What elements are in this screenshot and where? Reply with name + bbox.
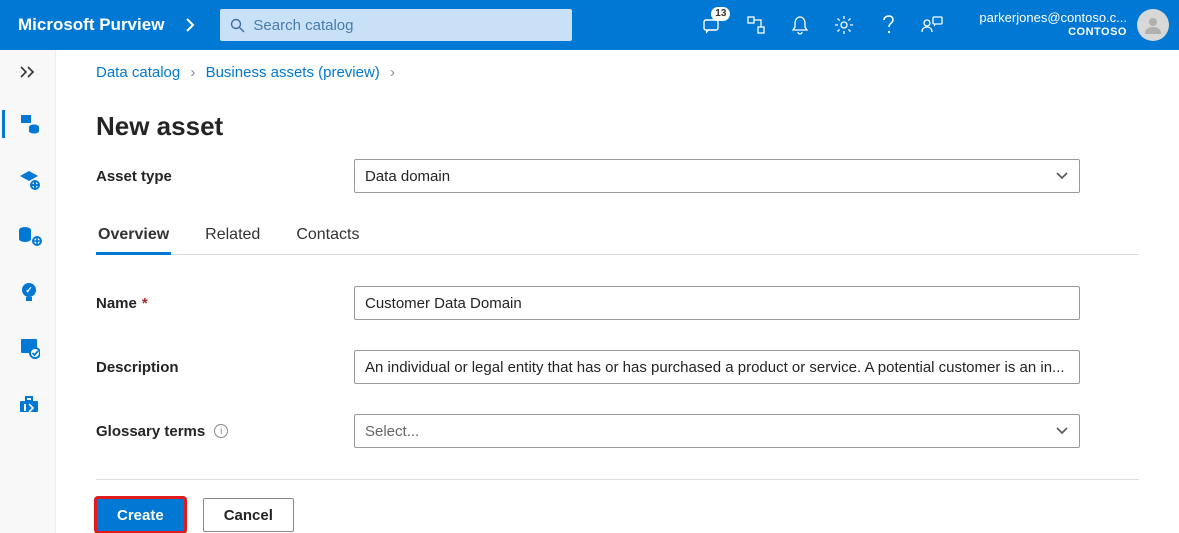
chevron-down-icon <box>1055 426 1069 436</box>
name-input[interactable]: Customer Data Domain <box>354 286 1080 320</box>
description-input[interactable]: An individual or legal entity that has o… <box>354 350 1080 384</box>
asset-type-select[interactable]: Data domain <box>354 159 1080 193</box>
app-switcher-button[interactable] <box>178 18 202 32</box>
gear-icon <box>834 15 854 35</box>
description-row: Description An individual or legal entit… <box>96 343 1139 391</box>
cancel-button[interactable]: Cancel <box>203 498 294 532</box>
app-title: Microsoft Purview <box>0 15 178 35</box>
tab-contacts[interactable]: Contacts <box>294 218 361 254</box>
description-value: An individual or legal entity that has o… <box>365 359 1065 376</box>
footer: Create Cancel <box>56 480 1179 532</box>
directory-icon <box>746 15 766 35</box>
name-label: Name* <box>96 295 354 312</box>
catalog-icon <box>17 112 41 136</box>
fields: Name* Customer Data Domain Description A… <box>96 279 1139 455</box>
nav-item-management[interactable] <box>8 386 48 422</box>
name-value: Customer Data Domain <box>365 295 522 312</box>
tenant-name: CONTOSO <box>979 25 1127 40</box>
data-share-icon <box>16 224 42 248</box>
feedback-button[interactable] <box>921 14 943 36</box>
breadcrumb-item-2[interactable]: Business assets (preview) <box>206 64 380 81</box>
glossary-select[interactable]: Select... <box>354 414 1080 448</box>
asset-type-value: Data domain <box>365 168 450 185</box>
left-nav: ✓ <box>0 50 56 533</box>
info-icon[interactable]: i <box>214 424 228 438</box>
chat-button[interactable]: 13 <box>701 14 723 36</box>
glossary-row: Glossary terms i Select... <box>96 407 1139 455</box>
nav-item-insights[interactable]: ✓ <box>8 274 48 310</box>
bell-icon <box>791 15 809 35</box>
help-icon <box>882 15 895 35</box>
chevron-down-icon <box>1055 171 1069 181</box>
help-button[interactable] <box>877 14 899 36</box>
body: ✓ Data catalog › Business assets (previe… <box>0 50 1179 533</box>
notification-badge: 13 <box>711 7 730 21</box>
svg-text:✓: ✓ <box>25 285 33 295</box>
tabs: Overview Related Contacts <box>96 218 1139 255</box>
directory-button[interactable] <box>745 14 767 36</box>
page-title: New asset <box>56 81 1179 142</box>
user-text: parkerjones@contoso.c... CONTOSO <box>979 10 1127 40</box>
account-button[interactable]: parkerjones@contoso.c... CONTOSO <box>979 9 1169 41</box>
top-header: Microsoft Purview 13 parkerjon <box>0 0 1179 50</box>
required-indicator: * <box>142 295 148 312</box>
chevron-right-icon <box>185 18 195 32</box>
user-email: parkerjones@contoso.c... <box>979 10 1127 25</box>
nav-item-policy[interactable] <box>8 330 48 366</box>
nav-item-map[interactable] <box>8 162 48 198</box>
nav-item-catalog[interactable] <box>8 106 48 142</box>
chevron-double-right-icon <box>19 66 37 78</box>
asset-type-row: Asset type Data domain <box>96 152 1139 200</box>
glossary-placeholder: Select... <box>365 423 419 440</box>
description-label: Description <box>96 359 354 376</box>
breadcrumb-item-1[interactable]: Data catalog <box>96 64 180 81</box>
header-actions: 13 parkerjones@contoso.c... CONTOSO <box>572 9 1179 41</box>
tab-related[interactable]: Related <box>203 218 262 254</box>
search-icon <box>230 18 245 33</box>
search-box[interactable] <box>220 9 572 41</box>
glossary-label: Glossary terms i <box>96 423 354 440</box>
user-icon <box>1142 14 1164 36</box>
nav-expand-button[interactable] <box>8 58 48 86</box>
feedback-icon <box>921 15 943 35</box>
breadcrumb-sep-1: › <box>190 64 195 81</box>
tab-overview[interactable]: Overview <box>96 218 171 254</box>
notifications-button[interactable] <box>789 14 811 36</box>
nav-item-share[interactable] <box>8 218 48 254</box>
search-input[interactable] <box>253 17 562 34</box>
data-map-icon <box>17 168 41 192</box>
breadcrumb: Data catalog › Business assets (preview)… <box>56 64 1179 81</box>
toolbox-icon <box>17 393 41 415</box>
form: Asset type Data domain Overview Related … <box>56 142 1179 455</box>
main-content: Data catalog › Business assets (preview)… <box>56 50 1179 533</box>
settings-button[interactable] <box>833 14 855 36</box>
create-button[interactable]: Create <box>96 498 185 532</box>
lightbulb-icon: ✓ <box>18 280 40 304</box>
avatar <box>1137 9 1169 41</box>
policy-icon <box>18 336 40 360</box>
name-row: Name* Customer Data Domain <box>96 279 1139 327</box>
asset-type-label: Asset type <box>96 168 354 185</box>
breadcrumb-sep-2: › <box>390 64 395 81</box>
